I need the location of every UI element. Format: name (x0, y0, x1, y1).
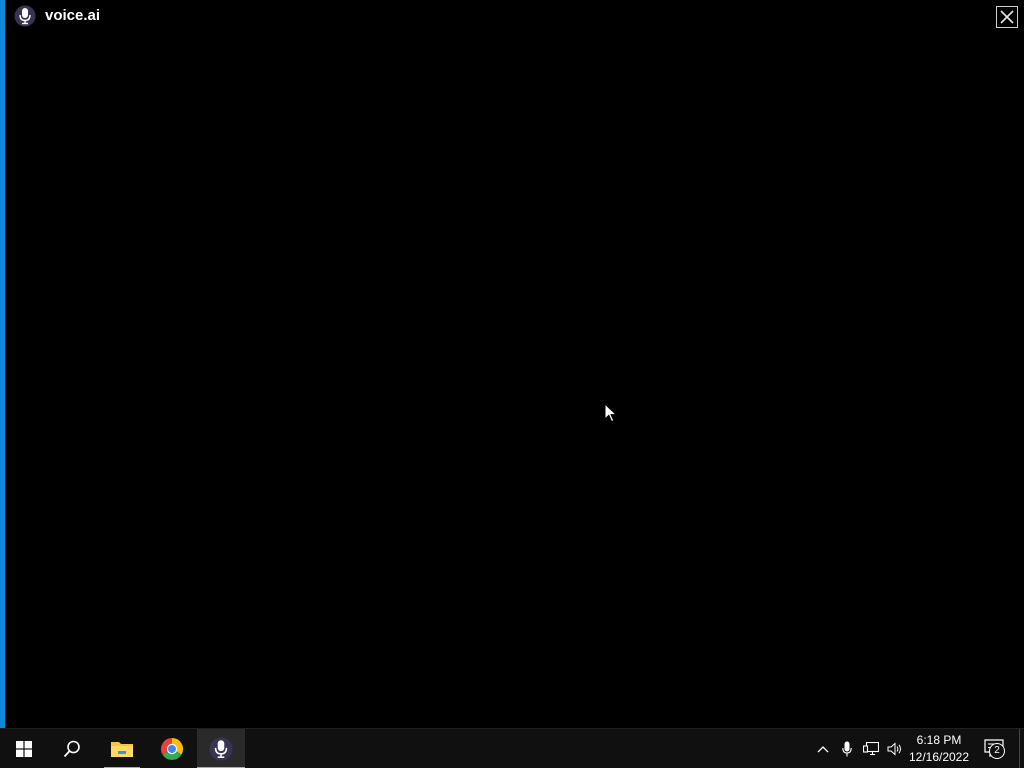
volume-icon (887, 742, 901, 756)
show-desktop-button[interactable] (1019, 729, 1020, 768)
taskbar-clock[interactable]: 6:18 PM 12/16/2022 (906, 732, 972, 766)
start-button[interactable] (0, 729, 48, 768)
tray-volume[interactable] (883, 729, 907, 768)
clock-date: 12/16/2022 (908, 750, 970, 764)
action-center-button[interactable]: 2 (978, 729, 1014, 768)
desktop: voice.ai 6:18 PM 12/16/2022 2 (0, 0, 1024, 768)
window-title: voice.ai (45, 7, 101, 24)
close-button[interactable] (996, 6, 1018, 28)
notification-count-badge: 2 (989, 743, 1005, 759)
microphone-icon (209, 737, 233, 761)
taskbar-file-explorer[interactable] (98, 729, 146, 768)
chevron-up-icon (817, 746, 829, 753)
search-button[interactable] (48, 729, 96, 768)
network-icon (863, 742, 879, 756)
microphone-logo-icon (14, 5, 36, 27)
folder-icon (111, 742, 133, 757)
tray-network[interactable] (859, 729, 883, 768)
clock-time: 6:18 PM (916, 733, 962, 747)
taskbar: 6:18 PM 12/16/2022 2 (0, 728, 1024, 768)
show-hidden-icons-button[interactable] (811, 729, 835, 768)
close-icon (1000, 10, 1014, 24)
window-titlebar[interactable]: voice.ai (5, 0, 1024, 34)
mouse-cursor-icon (604, 403, 618, 423)
microphone-tray-icon (842, 741, 852, 757)
voice-ai-window: voice.ai (5, 0, 1024, 728)
taskbar-chrome[interactable] (148, 729, 196, 768)
chrome-icon (160, 738, 184, 761)
taskbar-voice-ai[interactable] (197, 729, 245, 768)
search-icon (63, 740, 80, 758)
windows-start-icon (16, 741, 32, 757)
tray-microphone[interactable] (835, 729, 859, 768)
